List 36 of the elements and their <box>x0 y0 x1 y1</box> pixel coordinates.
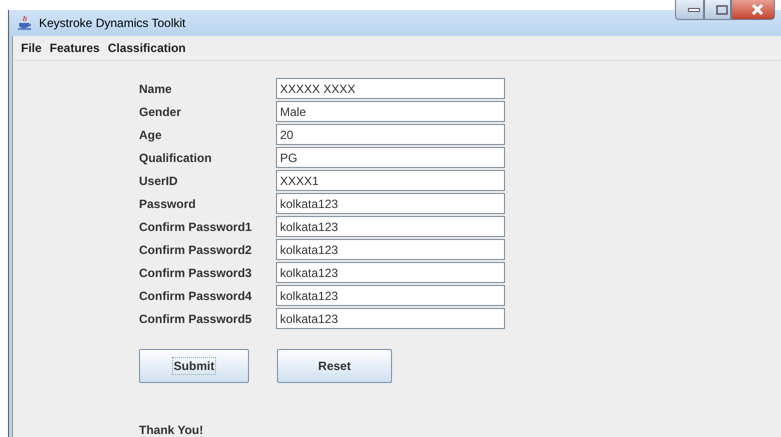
close-button[interactable] <box>731 0 775 20</box>
minimize-button[interactable] <box>675 0 704 20</box>
input-field[interactable]: kolkata123 <box>276 285 505 306</box>
input-field[interactable]: PG <box>276 147 505 168</box>
menu-item[interactable]: File <box>17 41 46 55</box>
field-label: Qualification <box>139 150 213 166</box>
menu-item[interactable]: Features <box>46 41 104 55</box>
field-label: Confirm Password2 <box>139 242 253 258</box>
field-label: Confirm Password1 <box>139 218 253 236</box>
thank-you-message: Thank You! <box>139 423 204 437</box>
java-cup-icon <box>17 15 33 31</box>
input-field[interactable]: kolkata123 <box>276 308 505 329</box>
field-label: Confirm Password3 <box>139 264 253 282</box>
input-field[interactable]: kolkata123 <box>276 216 505 237</box>
input-field[interactable]: XXXX1 <box>276 170 505 191</box>
input-field[interactable]: kolkata123 <box>276 262 505 283</box>
field-label: UserID <box>139 172 179 190</box>
input-field[interactable]: kolkata123 <box>276 193 505 214</box>
field-label: Gender <box>139 104 182 120</box>
input-field[interactable]: XXXXX XXXX <box>276 78 505 99</box>
menu-item[interactable]: Classification <box>104 41 190 55</box>
input-field[interactable]: Male <box>276 101 505 122</box>
field-label: Password <box>139 196 197 212</box>
form-button[interactable]: Reset <box>277 349 392 383</box>
input-field[interactable]: 20 <box>276 124 505 145</box>
close-icon <box>752 4 762 15</box>
form-button[interactable]: Submit <box>139 349 249 383</box>
field-label: Confirm Password4 <box>139 288 253 304</box>
field-label: Name <box>139 80 173 98</box>
input-field[interactable]: kolkata123 <box>276 239 505 260</box>
maximize-button[interactable] <box>704 0 731 20</box>
window-title: Keystroke Dynamics Toolkit <box>39 16 186 30</box>
field-label: Age <box>139 126 163 144</box>
minimize-icon <box>688 8 700 12</box>
field-label: Confirm Password5 <box>139 310 253 328</box>
maximize-icon <box>716 4 728 14</box>
